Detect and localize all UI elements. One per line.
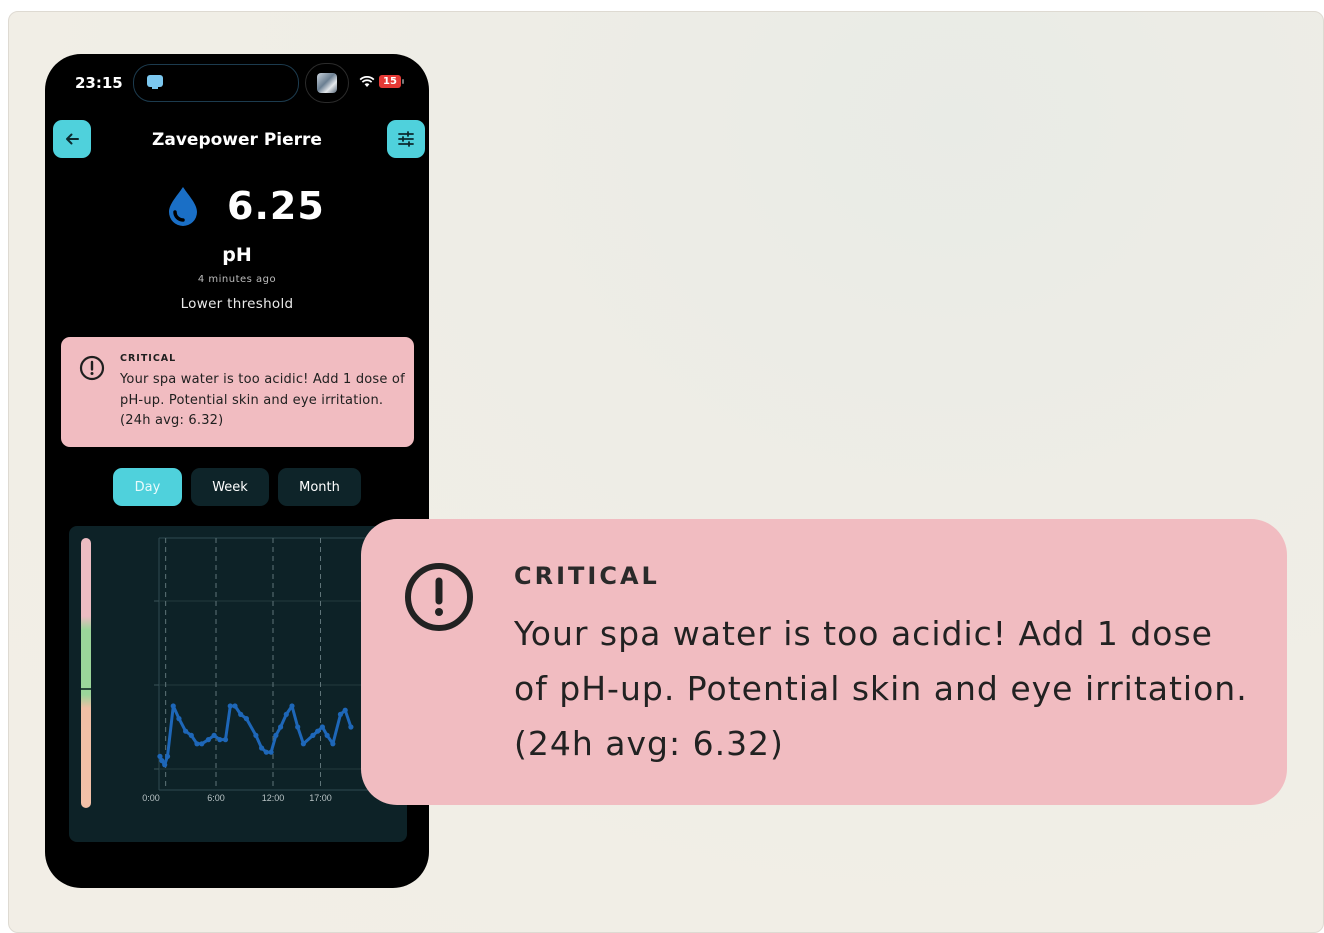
data-point — [283, 711, 289, 717]
battery-indicator: 15 — [379, 75, 401, 88]
data-point — [315, 728, 321, 734]
data-point — [342, 707, 348, 713]
data-point — [319, 724, 325, 730]
data-point — [199, 741, 205, 747]
data-point — [222, 737, 229, 743]
data-point — [330, 741, 336, 747]
data-point — [278, 724, 284, 730]
status-time: 23:15 — [75, 74, 123, 92]
data-point — [238, 711, 244, 717]
x-tick-label: 17:00 — [309, 793, 332, 803]
data-point — [259, 745, 265, 751]
tab-month[interactable]: Month — [278, 468, 361, 506]
data-point — [337, 711, 344, 717]
data-point — [205, 737, 211, 743]
alert-level: CRITICAL — [120, 353, 177, 364]
data-point — [232, 703, 238, 709]
tab-week[interactable]: Week — [191, 468, 269, 506]
x-tick-label: 0:00 — [142, 793, 160, 803]
tab-day[interactable]: Day — [113, 468, 182, 506]
settings-button[interactable] — [387, 120, 425, 158]
data-point — [273, 732, 279, 738]
data-point — [253, 732, 259, 738]
page-title: Zavepower Pierre — [152, 130, 322, 150]
data-point — [348, 724, 354, 730]
ph-line-chart: 0:00 6:00 12:00 17:00 — [142, 537, 407, 803]
live-activity-avatar — [305, 63, 349, 103]
data-point — [162, 762, 168, 768]
data-point — [211, 732, 217, 738]
threshold-status: Lower threshold — [180, 296, 294, 312]
critical-alert-card: CRITICAL Your spa water is too acidic! A… — [61, 337, 414, 447]
data-point — [217, 737, 223, 743]
dynamic-island — [133, 64, 299, 102]
data-point — [300, 741, 306, 747]
reading-value: 6.25 — [227, 184, 325, 228]
chart-card: 0:00 6:00 12:00 17:00 — [69, 526, 407, 842]
data-point — [170, 703, 176, 709]
data-point — [164, 753, 171, 759]
data-point — [183, 728, 189, 734]
reading-unit: pH — [222, 244, 252, 266]
data-point — [188, 732, 194, 738]
water-drop-icon — [169, 187, 197, 226]
canvas: 23:15 15 Zavepower Pierre 6.25 pH 4 minu… — [8, 11, 1324, 933]
wifi-icon — [359, 75, 375, 87]
tv-icon — [147, 75, 163, 89]
x-tick-label: 12:00 — [262, 793, 285, 803]
alert-message-large: Your spa water is too acidic! Add 1 dose… — [514, 614, 1248, 763]
x-tick-label: 6:00 — [207, 793, 225, 803]
data-point — [227, 703, 233, 709]
alert-level-large: CRITICAL — [514, 562, 660, 590]
data-point — [268, 749, 274, 755]
sliders-icon — [398, 131, 414, 147]
data-point — [176, 716, 182, 722]
critical-alert-callout: CRITICAL Your spa water is too acidic! A… — [361, 519, 1287, 805]
data-point — [243, 716, 249, 722]
last-updated: 4 minutes ago — [197, 274, 277, 285]
data-point — [324, 732, 330, 738]
alert-message: Your spa water is too acidic! Add 1 dose… — [120, 372, 405, 428]
data-point — [289, 703, 295, 709]
data-point — [263, 749, 269, 755]
avatar — [317, 73, 337, 93]
data-point — [295, 724, 301, 730]
data-point — [310, 732, 316, 738]
battery-cap — [402, 79, 404, 84]
alert-icon — [79, 355, 105, 381]
data-point — [194, 741, 200, 747]
alert-icon-large — [405, 563, 473, 631]
